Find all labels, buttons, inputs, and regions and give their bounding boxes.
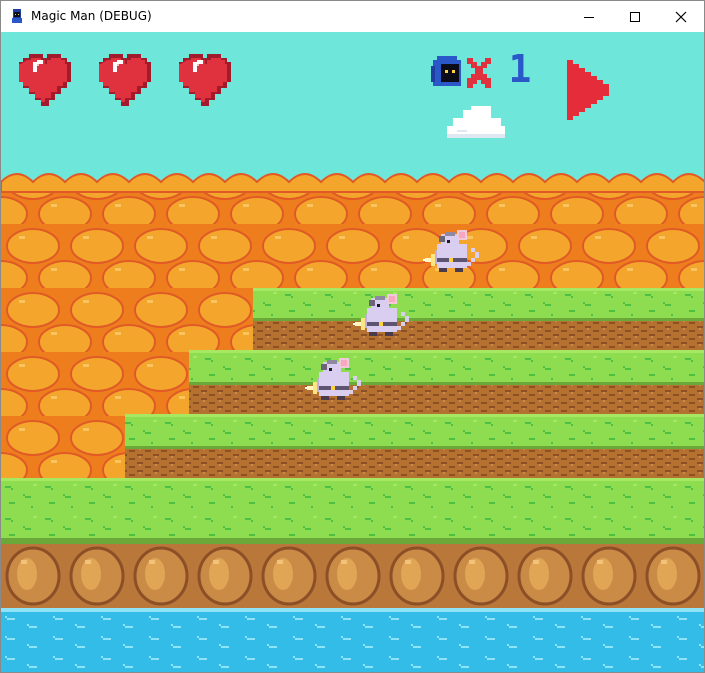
game-canvas[interactable]: 1 <box>1 32 704 672</box>
lives-digit: 1 <box>509 52 532 91</box>
health-hearts <box>19 54 231 106</box>
maximize-icon <box>630 11 640 22</box>
close-button[interactable] <box>658 1 704 32</box>
minimize-icon <box>584 16 594 18</box>
grass-platform-top <box>253 288 704 350</box>
water <box>1 608 704 672</box>
grass-platform-middle <box>189 350 704 414</box>
game-window: Magic Man (DEBUG) 1 <box>0 0 705 673</box>
title-bar[interactable]: Magic Man (DEBUG) <box>1 1 704 32</box>
wizard-icon <box>12 9 22 23</box>
minimize-button[interactable] <box>566 1 612 32</box>
maximize-button[interactable] <box>612 1 658 32</box>
close-icon <box>675 11 687 22</box>
lives-value: 1 <box>509 52 532 91</box>
wizard-head-icon <box>431 56 461 86</box>
ground <box>1 478 704 608</box>
grass-platform-lower <box>125 414 704 478</box>
window-title: Magic Man (DEBUG) <box>31 9 152 23</box>
